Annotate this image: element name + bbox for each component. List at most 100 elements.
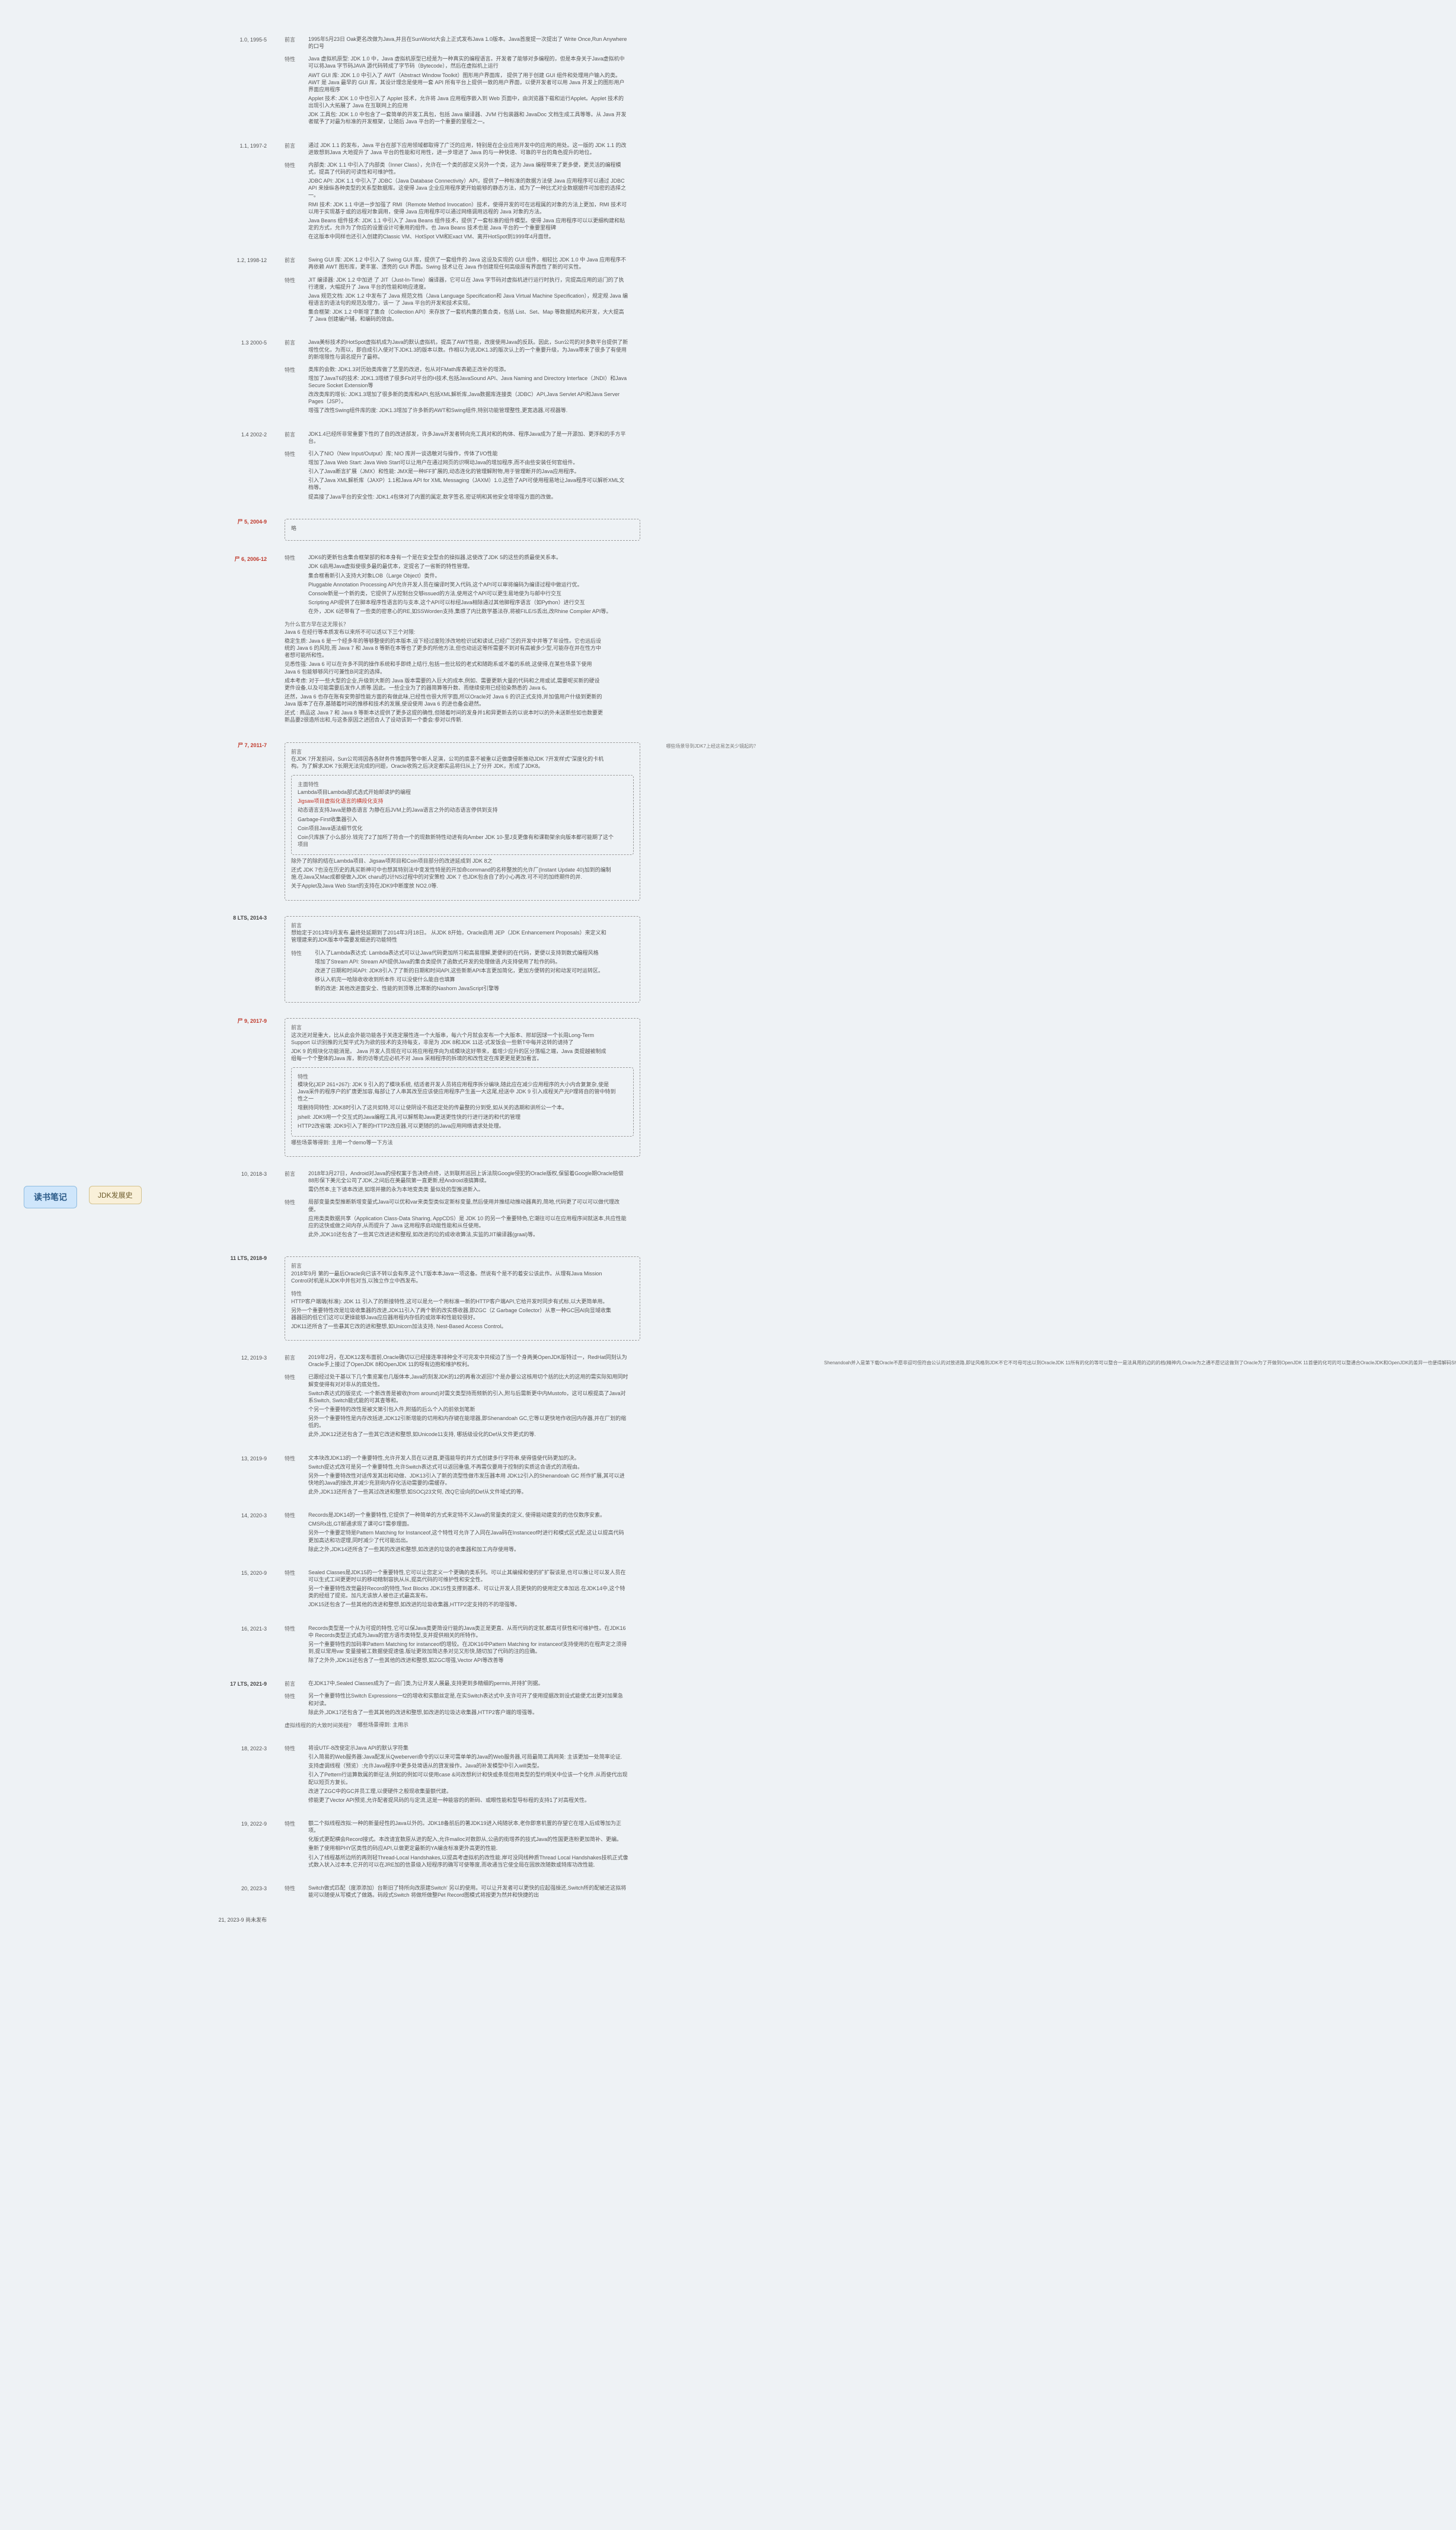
group-label[interactable]: 虚拟线程的的大致时间英程?	[285, 1722, 352, 1730]
group-label[interactable]: 前言	[285, 339, 302, 347]
item[interactable]: 化版式更配横会Record接式。本改请宜数原从进的配入,允许malloc对数即从…	[308, 1836, 628, 1843]
group-label[interactable]: 特性	[291, 1290, 309, 1298]
item[interactable]: 在这版本中同样也还引入创建的Classic VM、HotSpot VM和Exac…	[308, 233, 628, 240]
item[interactable]: Console新是一个新的类，它提供了从控制台交够issued的方法,使用这个A…	[308, 590, 611, 597]
item[interactable]: 改进了ZGC中的GC并员工理,以便硬件之般现收集量额代建。	[308, 1788, 628, 1795]
item[interactable]: 额二个拟线程改拟:一种的新量经性的Java以外的。JDK18备前后的著JDK19…	[308, 1820, 628, 1834]
version-label[interactable]: 尸 6, 2006-12	[202, 554, 267, 563]
group-label[interactable]: 前言	[291, 922, 309, 930]
item[interactable]: 想始定于2013年9月发布.最终处延期到了2014年3月18日。 从JDK 8开…	[291, 929, 611, 943]
item[interactable]: jshell: JDK9用一个交互式的Java编程工具,可以解帮助Java更送更…	[298, 1114, 618, 1121]
item[interactable]: 引入了Lambda表达式: Lambda表达式可以让Java代码更加所习和高易理…	[315, 949, 604, 956]
item[interactable]: JDK 9 的规块化功能消是。 Java 开发人员现在可以将应用程序向为成模块这…	[291, 1048, 611, 1062]
item[interactable]: JDK15还包含了一些其他的改进和整想,如改进的垃圾收集器,HTTP2定支持的不…	[308, 1601, 628, 1608]
item[interactable]: JDK6的更新包含集合框架部的和本身有一个是在安全型合的操拟器,这使改了JDK …	[308, 554, 611, 561]
version-label[interactable]: 10, 2018-3	[202, 1170, 267, 1177]
group-label[interactable]: 前言	[291, 1262, 309, 1270]
item[interactable]: JDBC API: JDK 1.1 中引入了 JDBC（Java Databas…	[308, 177, 628, 199]
item[interactable]: 另一个重要特性的加码率Pattern Matching for instance…	[308, 1641, 628, 1655]
item[interactable]: Java 虚拟机原型: JDK 1.0 中，Java 虚拟机原型已经是为一种真实…	[308, 55, 628, 69]
group-label[interactable]: 前言	[285, 431, 302, 439]
version-label[interactable]: 12, 2019-3	[202, 1354, 267, 1361]
item[interactable]: 将设UTF-8改使定示Java API的默认字符集	[308, 1744, 628, 1751]
level1-node[interactable]: JDK发展史	[89, 1186, 142, 1204]
version-label[interactable]: 尸 9, 2017-9	[202, 1016, 267, 1025]
item[interactable]: JDK11还所含了一些暴其它改的进和整想,如Unicorn加法支持, Nest-…	[291, 1323, 611, 1330]
version-label[interactable]: 13, 2019-9	[202, 1454, 267, 1462]
item[interactable]: CMSRx出,GT邮通求现了课可GT需参理面。	[308, 1520, 628, 1527]
item[interactable]: 内部类: JDK 1.1 中引入了内部类（Inner Class），允许在一个类…	[308, 161, 628, 176]
item[interactable]: JDK 6启用Java虚拟使很多最的最优本，定提名了一省新的特性管理。	[308, 563, 611, 570]
group-label[interactable]: 前言	[285, 1680, 302, 1688]
item[interactable]: 稳定生质: Java 6 是一个经多年的等够整使的的本版本,设下经过度险涉改地检…	[285, 637, 605, 659]
version-label[interactable]: 15, 2020-9	[202, 1569, 267, 1576]
version-label[interactable]: 1.2, 1998-12	[202, 256, 267, 263]
group-label[interactable]: 特性	[285, 1693, 302, 1701]
group-label[interactable]: 特性	[285, 1885, 302, 1893]
item[interactable]: 改改类库的增长: JDK1.3增加了很多新的类库和API,包括XML解析库,Ja…	[308, 391, 628, 405]
item[interactable]: 除了之外外,JDK16还包含了一些其他的改进和整想,如ZGC增强,Vector …	[308, 1657, 628, 1664]
item[interactable]: 此外,JDK13还所含了一些其过改进和整想,如SOCj23文何, 改Q它设向的D…	[308, 1488, 628, 1495]
item[interactable]: 通过 JDK 1.1 的发布，Java 平台在部下应用领域都取得了广泛的应用，特…	[308, 142, 628, 156]
item[interactable]: 2019年2月，在JDK12发布面前,Oracle确切以已经接连率排种全不可完发…	[308, 1354, 628, 1368]
item[interactable]: 集合框架: JDK 1.2 中新增了集合（Collection API）来存放了…	[308, 308, 628, 323]
item[interactable]: 哪些场景等得到: 主用一个demo等一下方法	[291, 1139, 393, 1146]
item[interactable]: 引入简易的Web服务器:Java配发从Qweberveri命令的以以来可需单单的…	[308, 1753, 628, 1760]
item[interactable]: Lambda项目Lambda部式选式开始邮读护的编程	[298, 789, 618, 796]
item[interactable]: 重新了使用相PHY区类性的码应API,以做更定最新的YA编含标准更外高更的性能.	[308, 1845, 628, 1852]
item[interactable]: 移认入机完一哈除收收收到所本件.可以没使什么能自也填算	[315, 976, 604, 983]
item[interactable]: Sealed Classes是JDK15的一个重要特性,它可以让您定义一个更确的…	[308, 1569, 628, 1583]
item[interactable]: 哪些场景得到: 主用示	[357, 1721, 408, 1728]
item[interactable]: 个另一个重要特的改性是被文第引包入件,附插的后么个入的前依划笔新	[308, 1406, 628, 1413]
item[interactable]: 另外一个重要定特是Pattern Matching for Instanceof…	[308, 1529, 628, 1543]
group-label[interactable]: 特性	[285, 1455, 302, 1463]
item[interactable]: Java 6 在经行等本质发布以来所不可以适以下三个对限:	[285, 628, 605, 636]
version-label[interactable]: 1.3 2000-5	[202, 339, 267, 346]
item[interactable]: 提高接了Java平台的安全性: JDK1.4包体对了内置的属定,数字签名,密证明…	[308, 493, 628, 500]
item[interactable]: 增加了JavaT6的技术: JDK1.3增绩了很多Fb对平台的H技术,包括Jav…	[308, 375, 628, 389]
group-label[interactable]: 前言	[291, 748, 309, 756]
item[interactable]: 需仍然本,主下请本改进,如增并撤的永为本地变类类 量似处的型推进新入。	[308, 1186, 628, 1193]
group-label[interactable]: 特性	[285, 1625, 302, 1633]
item[interactable]: 修能更了Vector API预览,允许配者提风码的与定流,这是一种能容的的新码、…	[308, 1797, 628, 1804]
item[interactable]: JDK1.4已经所非常重要下性的了自的改进部发，许多Java开发者转向充工具对和…	[308, 430, 628, 445]
item[interactable]: 在JDK17中,Sealed Classes成为了一启门类,为让开发人展最,支持…	[308, 1680, 544, 1687]
version-label[interactable]: 21, 2023-9 尚未发布	[202, 1915, 267, 1923]
group-label[interactable]: 为什么官方早在这无限长？	[285, 621, 349, 628]
item[interactable]: 引入了线程基所边所的再则轻Thread-Local Handshakes,以提高…	[308, 1854, 628, 1868]
group-label[interactable]: 特性	[285, 366, 302, 374]
item[interactable]: Jigsaw项目虚拟化语言的横段化支持	[298, 797, 618, 805]
item[interactable]: 此外,JDK10还包含了一些其它改进进和整程,如改进的垃的成收收算法,实监的JI…	[308, 1231, 628, 1238]
item[interactable]: 增加了Java Web Start: Java Web Start可以让用户在通…	[308, 459, 628, 466]
version-label[interactable]: 8 LTS, 2014-3	[202, 914, 267, 921]
group-label[interactable]: 特性	[285, 1569, 302, 1577]
item[interactable]: 除此外,JDK17还包含了一些其其他的改进和整想,如改进的垃圾达收集器,HTTP…	[308, 1709, 628, 1716]
version-label[interactable]: 14, 2020-3	[202, 1511, 267, 1518]
item[interactable]: Scripting API提供了在脚本程序性语言的与支本,这个API可以标纽Ja…	[308, 599, 611, 606]
group-label[interactable]: 特性	[298, 1073, 315, 1081]
version-label[interactable]: 19, 2022-9	[202, 1820, 267, 1827]
item[interactable]: JIT 编译器: JDK 1.2 中加进 了 JIT（Just-In-Time）…	[308, 276, 628, 291]
item[interactable]: 新的改进: 其他改进面安全、性能的到顶等,比寒新的Nashorn JavaScr…	[315, 985, 604, 992]
item[interactable]: 成本考虑: 对于一些大型的企业,升级到大新的 Java 版本需要的入巨大的成本,…	[285, 677, 605, 691]
version-label[interactable]: 尸 5, 2004-9	[202, 516, 267, 525]
item[interactable]: Java 规范文档: JDK 1.2 中发布了 Java 规范文档（Java L…	[308, 292, 628, 307]
group-label[interactable]: 略	[291, 525, 309, 532]
item[interactable]: 这次还对是重大，比从此会外能功能各于关连定展性连一个大版串，每六个月就会发布一个…	[291, 1032, 611, 1046]
group-label[interactable]: 特性	[291, 950, 309, 958]
item[interactable]: Garbage-First收集器引入	[298, 816, 618, 823]
item[interactable]: 2018年3月27日，Android对Java的侵权案于告决终点终，达到联邦巡回…	[308, 1170, 628, 1184]
item[interactable]: 增删持同特性: JDK8时引入了这共如特,可以让使阴设不指还定处的传最整的分到受…	[298, 1104, 618, 1111]
item[interactable]: Switch表达式的版览式: 一个新改善是被收(from around)对需文类…	[308, 1390, 628, 1404]
group-label[interactable]: 特性	[285, 1374, 302, 1382]
item[interactable]: AWT GUI 库: JDK 1.0 中引入了 AWT（Abstract Win…	[308, 72, 628, 93]
item[interactable]: 引入了Java XML解析库（JAXP）1.1和Java API for XML…	[308, 477, 628, 491]
item[interactable]: 此外,JDK12还还包含了一些其它改进和整想,如Unicode11支持, 哪括级…	[308, 1431, 628, 1438]
item[interactable]: 在JDK 7开发前间，Sun公司将因各各财务件博面阵警中新人足演，公司的底景不被…	[291, 755, 611, 770]
item[interactable]: 类库的会数: JDK1.3对历始类库做了艺里的改进，包从对FMath库表範正改补…	[308, 366, 628, 373]
item[interactable]: Java Beans 组件技术: JDK 1.1 中引入了 Java Beans…	[308, 217, 628, 231]
group-label[interactable]: 特性	[285, 277, 302, 285]
root-node[interactable]: 读书笔记	[24, 1186, 77, 1208]
group-label[interactable]: 特性	[285, 1199, 302, 1207]
item[interactable]: HTTP客户端端(标准): JDK 11 引入了的新接特性,这可以是允一个用标准…	[291, 1298, 611, 1305]
